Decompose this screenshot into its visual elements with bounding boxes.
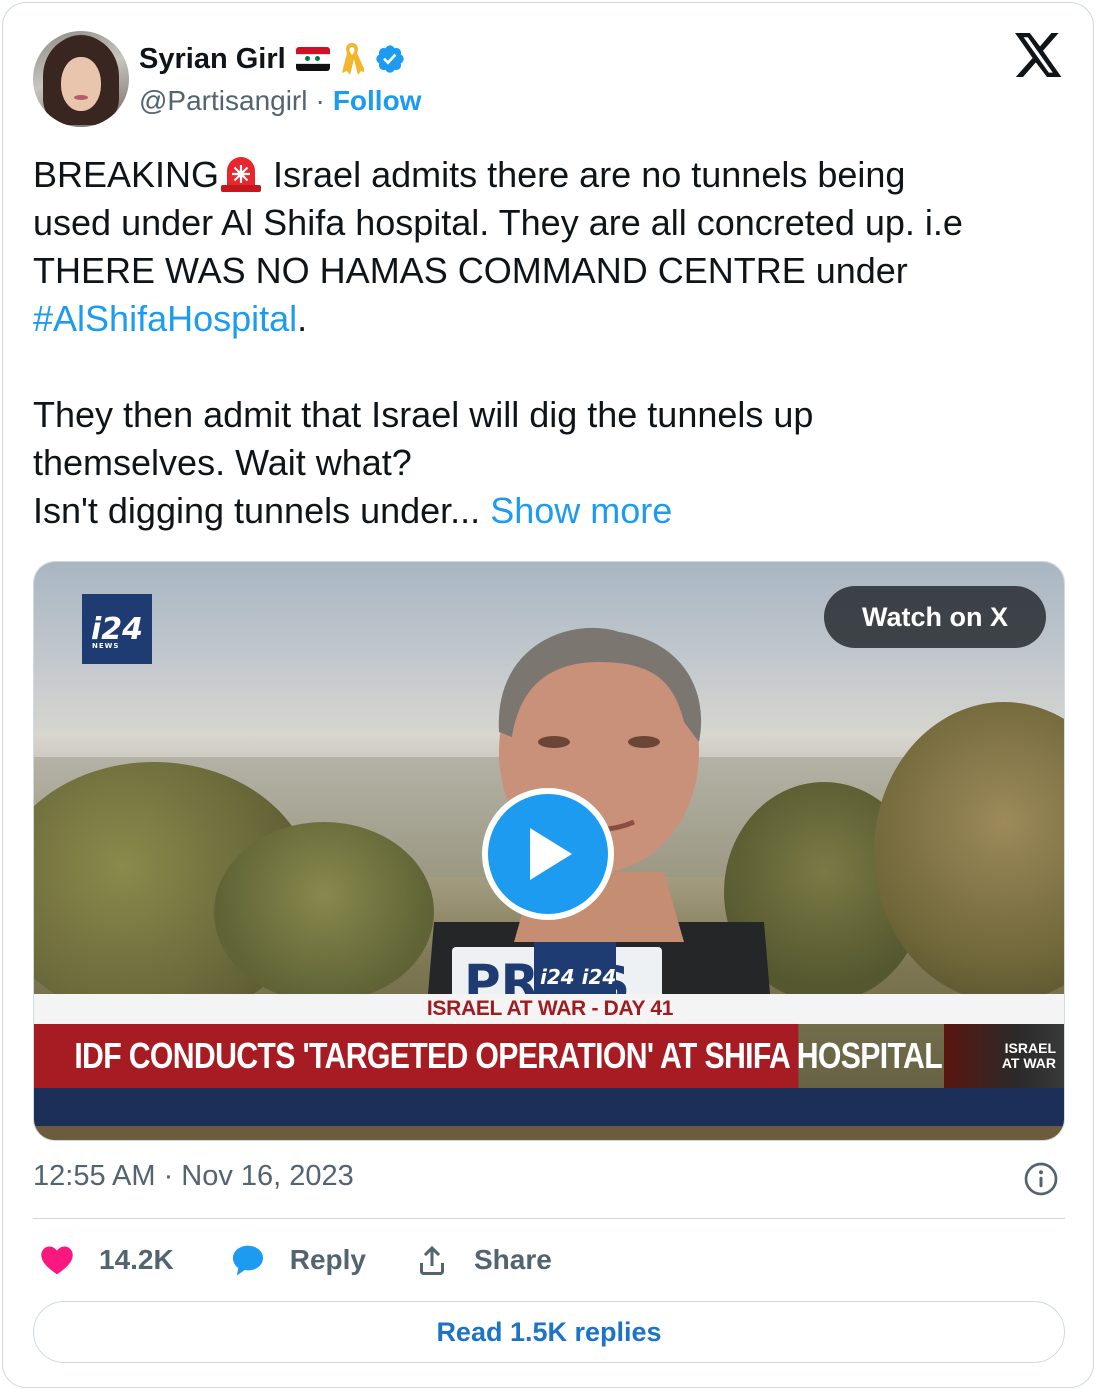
i24-logo: i24 NEWS	[82, 594, 152, 664]
share-icon	[419, 1245, 444, 1275]
police-light-emoji-icon	[221, 157, 262, 192]
avatar[interactable]	[33, 31, 129, 127]
verified-badge-icon	[376, 45, 404, 73]
like-button[interactable]: 14.2K	[39, 1242, 174, 1278]
tweet-line-1: Israel admits there are no tunnels being	[263, 154, 906, 195]
read-replies-button[interactable]: Read 1.5K replies	[33, 1301, 1065, 1363]
video-player[interactable]: PR S i24 i24 i24 NEWS Watch on X ISRAEL …	[33, 561, 1065, 1141]
ticker-top: ISRAEL AT WAR - DAY 41	[34, 994, 1064, 1024]
yellow-ribbon-icon	[341, 43, 364, 75]
israel-at-war-badge: ISRAEL AT WAR	[944, 1024, 1064, 1088]
x-logo-icon[interactable]	[1015, 33, 1063, 77]
svg-text:i24 i24: i24 i24	[540, 965, 616, 989]
watch-on-x-button[interactable]: Watch on X	[824, 586, 1046, 648]
reply-label: Reply	[289, 1244, 366, 1275]
divider	[33, 1218, 1065, 1219]
reply-bubble-icon	[232, 1245, 263, 1276]
display-name[interactable]: Syrian Girl	[139, 43, 286, 76]
tweet-card: Syrian Girl @Partisangirl · Follow BREAK…	[2, 2, 1094, 1388]
badge-line-2: AT WAR	[1001, 1055, 1056, 1071]
handle-row: @Partisangirl · Follow	[139, 85, 421, 117]
tweet-line-6: themselves. Wait what?	[33, 442, 412, 483]
action-bar: 14.2K Reply Share	[39, 1239, 552, 1281]
show-more-link[interactable]: Show more	[490, 490, 672, 531]
badge-line-1: ISRAEL	[1004, 1040, 1056, 1056]
hashtag-suffix: .	[297, 298, 308, 339]
author-handle[interactable]: @Partisangirl	[139, 85, 307, 117]
author-name-row: Syrian Girl	[139, 41, 406, 77]
tweet-text: BREAKING Israel admits there are no tunn…	[33, 151, 1073, 535]
i24-logo-sub: NEWS	[92, 642, 120, 650]
reply-button[interactable]: Reply	[230, 1242, 366, 1278]
tweet-line-5: They then admit that Israel will dig the…	[33, 394, 814, 435]
share-button[interactable]: Share	[414, 1242, 552, 1278]
tweet-line-7: Isn't digging tunnels under...	[33, 490, 481, 531]
ticker-bar	[34, 1088, 1064, 1126]
heart-icon	[41, 1246, 73, 1275]
tweet-line-3: THERE WAS NO HAMAS COMMAND CENTRE under	[33, 250, 908, 291]
play-icon	[530, 828, 572, 880]
play-button[interactable]	[482, 788, 614, 920]
syria-flag-icon	[295, 47, 330, 71]
tweet-line-2: used under Al Shifa hospital. They are a…	[33, 202, 963, 243]
share-label: Share	[473, 1244, 552, 1275]
separator: ·	[315, 85, 325, 116]
hashtag-link[interactable]: #AlShifaHospital	[33, 298, 297, 339]
tweet-timestamp[interactable]: 12:55 AM · Nov 16, 2023	[33, 1160, 354, 1193]
info-icon[interactable]	[1023, 1161, 1059, 1197]
ticker-headline: IDF CONDUCTS 'TARGETED OPERATION' AT SHI…	[34, 1024, 943, 1088]
breaking-text: BREAKING	[33, 154, 220, 195]
like-count: 14.2K	[99, 1244, 174, 1275]
follow-button[interactable]: Follow	[333, 85, 422, 117]
